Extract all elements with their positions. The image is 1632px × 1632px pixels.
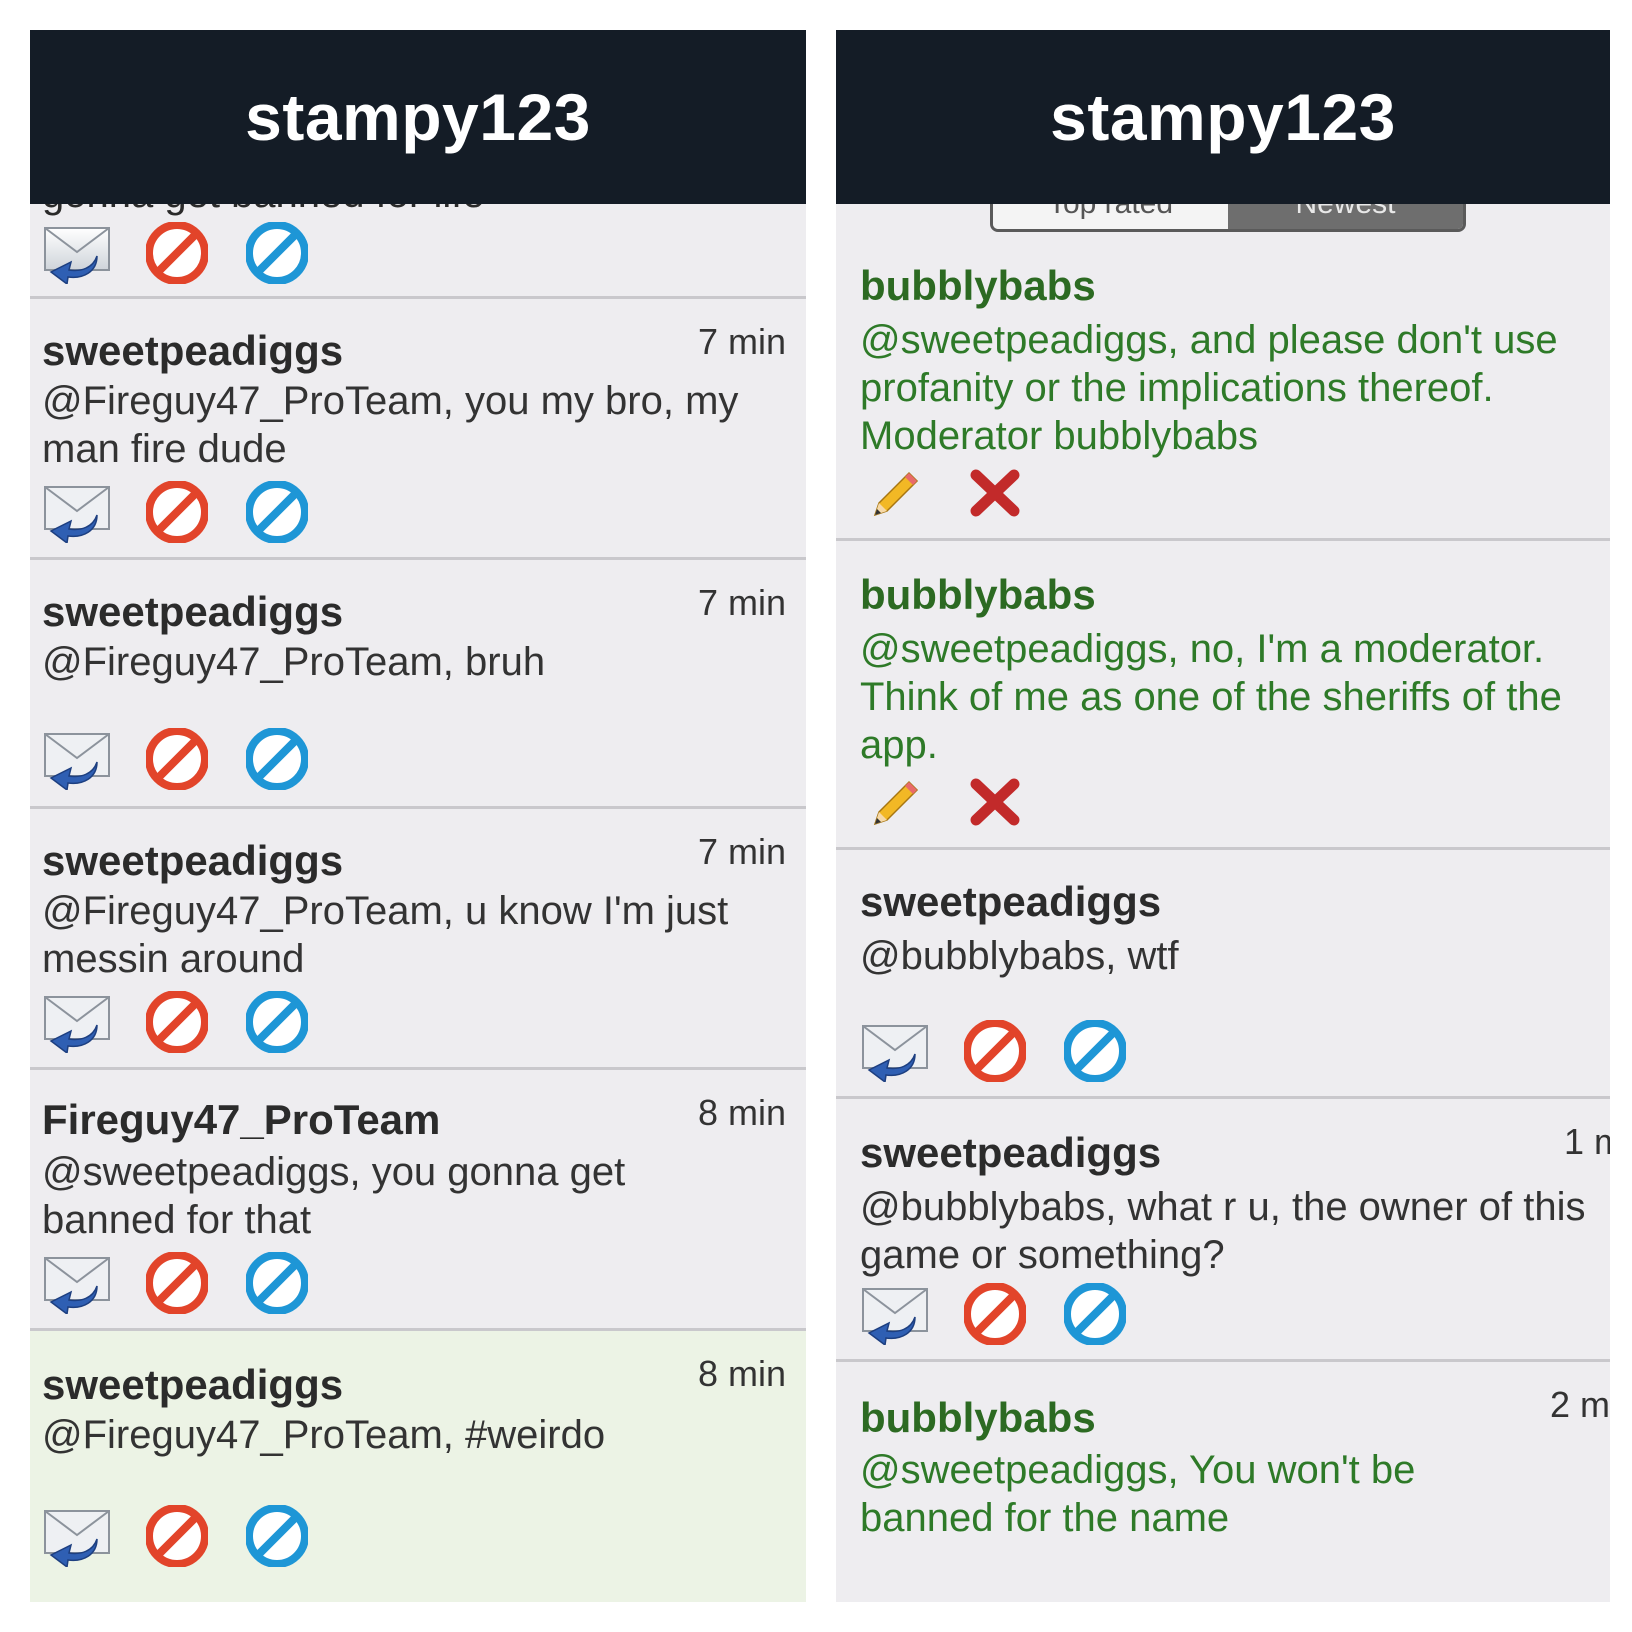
comment-actions — [860, 769, 1060, 835]
comment-time: 7 min — [698, 831, 787, 872]
comment-body: @sweetpeadiggs, You won't be banned for … — [860, 1448, 1416, 1540]
comment-time: 8 min — [698, 1092, 787, 1133]
comment-item[interactable]: sweetpeadiggs 1 m @bubblybabs, what r u,… — [836, 1099, 1610, 1362]
reply-envelope-icon[interactable] — [42, 726, 112, 792]
reply-envelope-icon[interactable] — [860, 1281, 930, 1347]
header-title: stampy123 — [1050, 80, 1396, 154]
comment-actions — [860, 460, 1060, 526]
red-prohibit-icon[interactable] — [960, 1018, 1030, 1084]
reply-envelope-icon[interactable] — [42, 220, 112, 286]
comment-author[interactable]: sweetpeadiggs — [42, 588, 343, 636]
comment-author[interactable]: bubblybabs — [860, 1394, 1096, 1442]
comment-actions — [42, 726, 342, 792]
blue-block-icon[interactable] — [242, 726, 312, 792]
red-prohibit-icon[interactable] — [142, 1503, 212, 1569]
comment-time: 1 m — [1564, 1121, 1610, 1162]
header-title: stampy123 — [245, 80, 591, 154]
comment-item[interactable]: sweetpeadiggs @bubblybabs, wtf — [836, 850, 1610, 1099]
comment-author[interactable]: sweetpeadiggs — [42, 327, 343, 375]
comment-body: @Fireguy47_ProTeam, you my bro, my man f… — [42, 379, 739, 471]
header-bar: stampy123 — [30, 30, 806, 204]
comment-item[interactable]: sweetpeadiggs 7 min @Fireguy47_ProTeam, … — [30, 560, 806, 809]
comment-actions — [42, 220, 342, 286]
comment-author[interactable]: sweetpeadiggs — [42, 1361, 343, 1409]
comment-time: 2 m — [1550, 1384, 1610, 1425]
comment-item[interactable]: bubblybabs @sweetpeadiggs, no, I'm a mod… — [836, 541, 1610, 850]
blue-block-icon[interactable] — [1060, 1281, 1130, 1347]
comment-actions — [42, 1250, 342, 1316]
blue-block-icon[interactable] — [242, 220, 312, 286]
pencil-icon[interactable] — [860, 460, 930, 526]
comment-author[interactable]: bubblybabs — [860, 262, 1096, 310]
comment-item[interactable]: bubblybabs 2 m @sweetpeadiggs, You won't… — [836, 1362, 1610, 1602]
comment-item: gonna get banned for life — [30, 172, 806, 299]
comment-time: 7 min — [698, 582, 787, 623]
comment-body: @bubblybabs, wtf — [860, 934, 1179, 978]
comment-feed[interactable]: gonna get banned for life sweetpeadiggs … — [30, 172, 806, 1602]
comment-actions — [42, 479, 342, 545]
blue-block-icon[interactable] — [242, 1250, 312, 1316]
comment-item[interactable]: sweetpeadiggs 8 min @Fireguy47_ProTeam, … — [30, 1331, 806, 1602]
red-prohibit-icon[interactable] — [142, 479, 212, 545]
comment-actions — [860, 1018, 1160, 1084]
left-screen: stampy123 gonna get banned for life swee… — [30, 30, 806, 1602]
comment-actions — [42, 989, 342, 1055]
blue-block-icon[interactable] — [242, 479, 312, 545]
blue-block-icon[interactable] — [242, 1503, 312, 1569]
reply-envelope-icon[interactable] — [42, 989, 112, 1055]
comment-item[interactable]: bubblybabs @sweetpeadiggs, and please do… — [836, 232, 1610, 541]
comment-author[interactable]: sweetpeadiggs — [860, 878, 1161, 926]
blue-block-icon[interactable] — [242, 989, 312, 1055]
right-screen: stampy123 Top rated Newest bubblybabs @s… — [836, 30, 1610, 1602]
reply-envelope-icon[interactable] — [42, 1250, 112, 1316]
comment-body: @bubblybabs, what r u, the owner of this… — [860, 1185, 1586, 1277]
reply-envelope-icon[interactable] — [42, 1503, 112, 1569]
red-prohibit-icon[interactable] — [142, 989, 212, 1055]
header-bar: stampy123 — [836, 30, 1610, 204]
red-prohibit-icon[interactable] — [142, 726, 212, 792]
red-prohibit-icon[interactable] — [142, 220, 212, 286]
comment-item[interactable]: sweetpeadiggs 7 min @Fireguy47_ProTeam, … — [30, 809, 806, 1070]
reply-envelope-icon[interactable] — [42, 479, 112, 545]
pencil-icon[interactable] — [860, 769, 930, 835]
red-x-icon[interactable] — [960, 460, 1030, 526]
comment-body: @sweetpeadiggs, and please don't use pro… — [860, 318, 1558, 458]
comment-body: @sweetpeadiggs, no, I'm a moderator. Thi… — [860, 627, 1562, 767]
red-prohibit-icon[interactable] — [960, 1281, 1030, 1347]
comment-body: @Fireguy47_ProTeam, u know I'm just mess… — [42, 889, 729, 981]
blue-block-icon[interactable] — [1060, 1018, 1130, 1084]
comment-item[interactable]: Fireguy47_ProTeam 8 min @sweetpeadiggs, … — [30, 1070, 806, 1331]
red-prohibit-icon[interactable] — [142, 1250, 212, 1316]
comment-body: @Fireguy47_ProTeam, bruh — [42, 640, 546, 684]
comment-body: @sweetpeadiggs, you gonna get banned for… — [42, 1150, 626, 1242]
reply-envelope-icon[interactable] — [860, 1018, 930, 1084]
comment-author[interactable]: sweetpeadiggs — [42, 837, 343, 885]
comment-time: 8 min — [698, 1353, 787, 1394]
comment-body: @Fireguy47_ProTeam, #weirdo — [42, 1413, 606, 1457]
comment-feed[interactable]: bubblybabs @sweetpeadiggs, and please do… — [836, 232, 1610, 1602]
comment-item[interactable]: sweetpeadiggs 7 min @Fireguy47_ProTeam, … — [30, 299, 806, 560]
comment-actions — [42, 1503, 342, 1569]
comment-time: 7 min — [698, 321, 787, 362]
comment-actions — [860, 1281, 1160, 1347]
comment-author[interactable]: bubblybabs — [860, 571, 1096, 619]
comment-author[interactable]: sweetpeadiggs — [860, 1129, 1161, 1177]
comment-author[interactable]: Fireguy47_ProTeam — [42, 1096, 440, 1144]
red-x-icon[interactable] — [960, 769, 1030, 835]
